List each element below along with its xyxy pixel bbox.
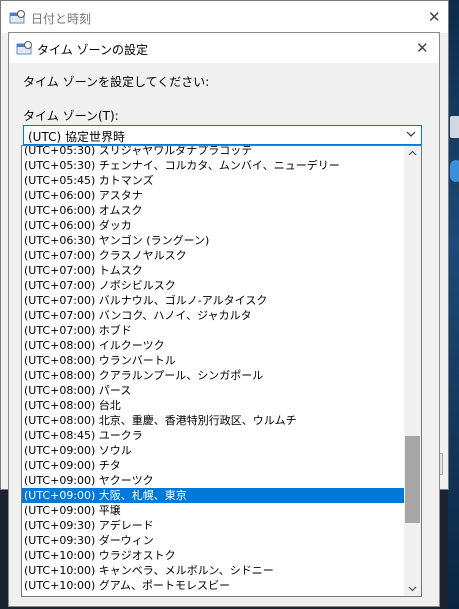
timezone-dialog-titlebar: タイム ゾーンの設定 ✕ — [9, 33, 439, 63]
timezone-option[interactable]: (UTC+09:30) ダーウィン — [22, 533, 404, 548]
timezone-option[interactable]: (UTC+08:00) ウランバートル — [22, 353, 404, 368]
timezone-option[interactable]: (UTC+08:00) クアラルンプール、シンガポール — [22, 368, 404, 383]
timezone-dialog-title: タイム ゾーンの設定 — [37, 43, 148, 57]
timezone-app-icon — [16, 41, 32, 55]
chevron-down-icon[interactable] — [406, 129, 416, 139]
timezone-option[interactable]: (UTC+07:00) ノボシビルスク — [22, 278, 404, 293]
timezone-option[interactable]: (UTC+09:00) ヤクーツク — [22, 473, 404, 488]
timezone-prompt: タイム ゾーンを設定してください: — [23, 75, 210, 89]
timezone-option[interactable]: (UTC+05:45) カトマンズ — [22, 173, 404, 188]
timezone-option[interactable]: (UTC+06:00) アスタナ — [22, 188, 404, 203]
timezone-option[interactable]: (UTC+08:00) 北京、重慶、香港特別行政区、ウルムチ — [22, 413, 404, 428]
desktop-shortcut-icon[interactable] — [450, 160, 459, 182]
timezone-combobox[interactable]: (UTC) 協定世界時 — [23, 125, 422, 145]
timezone-option-selected[interactable]: (UTC+09:00) 大阪、札幌、東京 — [22, 488, 404, 503]
timezone-option[interactable]: (UTC+06:00) オムスク — [22, 203, 404, 218]
timezone-option[interactable]: (UTC+07:00) トムスク — [22, 263, 404, 278]
timezone-option[interactable]: (UTC+06:30) ヤンゴン (ラングーン) — [22, 233, 404, 248]
timezone-combobox-value: (UTC) 協定世界時 — [28, 130, 125, 144]
timezone-option[interactable]: (UTC+06:00) ダッカ — [22, 218, 404, 233]
timezone-option[interactable]: (UTC+07:00) バルナウル、ゴルノ-アルタイスク — [22, 293, 404, 308]
desktop-shortcut-icon[interactable] — [450, 116, 459, 138]
timezone-options: (UTC+05:30) スリジャヤワルダナプラコッテ (UTC+05:30) チェ… — [22, 146, 404, 593]
timezone-option[interactable]: (UTC+09:00) チタ — [22, 458, 404, 473]
date-time-title: 日付と時刻 — [31, 12, 92, 26]
timezone-option[interactable]: (UTC+08:45) ユークラ — [22, 428, 404, 443]
scroll-down-arrow-icon[interactable] — [408, 584, 417, 593]
dropdown-scrollbar[interactable] — [404, 146, 421, 596]
timezone-option[interactable]: (UTC+10:00) キャンベラ、メルボルン、シドニー — [22, 563, 404, 578]
date-time-app-icon — [9, 10, 25, 24]
date-time-titlebar: 日付と時刻 ✕ — [1, 1, 448, 33]
timezone-option[interactable]: (UTC+08:00) 台北 — [22, 398, 404, 413]
scrollbar-thumb[interactable] — [405, 436, 420, 523]
desktop-background — [448, 0, 459, 609]
timezone-option[interactable]: (UTC+08:00) イルクーツク — [22, 338, 404, 353]
timezone-option[interactable]: (UTC+08:00) パース — [22, 383, 404, 398]
timezone-option[interactable]: (UTC+07:00) クラスノヤルスク — [22, 248, 404, 263]
timezone-dropdown-list[interactable]: (UTC+05:30) スリジャヤワルダナプラコッテ (UTC+05:30) チェ… — [21, 145, 422, 597]
scroll-up-arrow-icon[interactable] — [408, 149, 417, 158]
timezone-option[interactable]: (UTC+10:00) ウラジオストク — [22, 548, 404, 563]
timezone-option[interactable]: (UTC+05:30) チェンナイ、コルカタ、ムンバイ、ニューデリー — [22, 158, 404, 173]
timezone-dialog-close-button[interactable]: ✕ — [416, 41, 429, 56]
timezone-label: タイム ゾーン(T): — [23, 109, 119, 123]
timezone-option[interactable]: (UTC+09:00) ソウル — [22, 443, 404, 458]
timezone-option[interactable]: (UTC+07:00) バンコク、ハノイ、ジャカルタ — [22, 308, 404, 323]
timezone-option[interactable]: (UTC+09:30) アデレード — [22, 518, 404, 533]
timezone-option[interactable]: (UTC+05:30) スリジャヤワルダナプラコッテ — [22, 146, 404, 158]
timezone-option[interactable]: (UTC+07:00) ホブド — [22, 323, 404, 338]
timezone-option[interactable]: (UTC+10:00) グアム、ポートモレスビー — [22, 578, 404, 593]
timezone-option[interactable]: (UTC+09:00) 平壌 — [22, 503, 404, 518]
date-time-close-button[interactable]: ✕ — [428, 10, 441, 25]
